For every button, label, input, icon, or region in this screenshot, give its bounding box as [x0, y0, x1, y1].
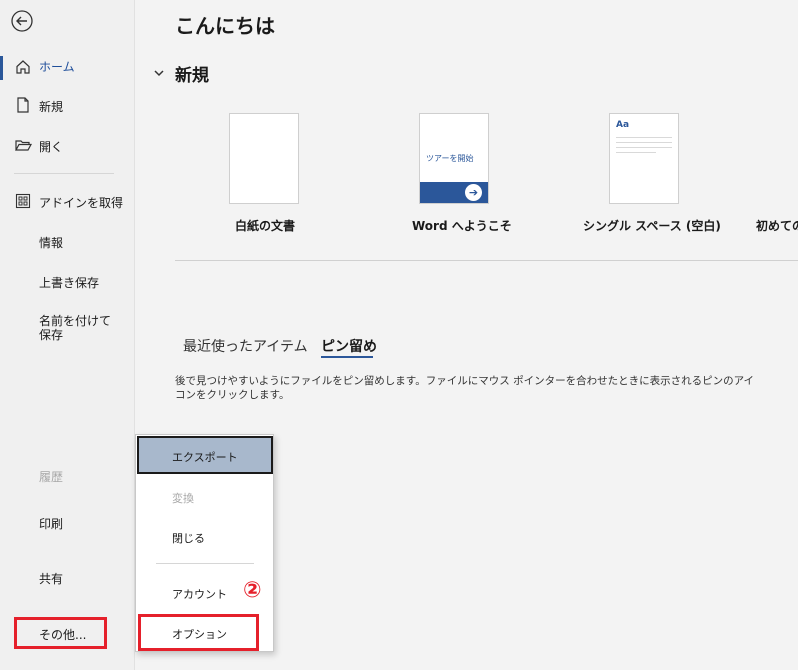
menu-item-label: エクスポート	[172, 451, 238, 464]
nav-get-addins[interactable]: アドインを取得	[0, 192, 134, 212]
pinned-description: 後で見つけやすいようにファイルをピン留めします。ファイルにマウス ポインターを合…	[175, 375, 755, 401]
back-arrow-icon[interactable]	[11, 10, 33, 32]
thumbnail-line	[616, 142, 672, 143]
document-icon	[14, 96, 32, 114]
nav-new-label: 新規	[39, 100, 64, 114]
nav-share[interactable]: 共有	[0, 568, 134, 588]
thumbnail-text: ツアーを開始	[426, 154, 474, 163]
more-button-label: その他...	[39, 628, 87, 642]
nav-new[interactable]: 新規	[0, 96, 134, 116]
thumbnail-text: Aa	[616, 120, 630, 130]
nav-home-label: ホーム	[39, 60, 75, 74]
menu-item-label: 閉じる	[172, 532, 205, 545]
arrow-right-icon: ➔	[465, 184, 482, 201]
menu-item-label: 変換	[172, 492, 194, 505]
nav-print-label: 印刷	[39, 517, 64, 531]
template-label[interactable]: 初めての	[756, 217, 798, 234]
nav-save-label: 上書き保存	[39, 276, 100, 290]
template-label: Word へようこそ	[412, 219, 512, 233]
new-section-heading: 新規	[175, 66, 209, 86]
chevron-down-icon[interactable]	[152, 65, 166, 79]
thumbnail-line	[616, 152, 656, 153]
thumbnail-line	[616, 147, 672, 148]
template-label: 白紙の文書	[235, 219, 296, 233]
menu-item-export[interactable]: エクスポート	[137, 436, 273, 474]
nav-info[interactable]: 情報	[0, 232, 134, 252]
tab-pinned[interactable]: ピン留め	[321, 336, 377, 356]
menu-item-convert: 変換	[136, 479, 273, 515]
nav-get-addins-label: アドインを取得	[39, 196, 124, 210]
home-icon	[14, 58, 32, 76]
tab-recent[interactable]: 最近使ったアイテム	[183, 336, 308, 356]
template-label: シングル スペース (空白)	[583, 219, 721, 233]
step-number-marker: ②	[243, 578, 262, 603]
section-divider	[175, 260, 798, 261]
backstage-sidebar: ホーム 新規 開く アドインを取得 情報 上書き保存 名前を付けて保存 履歴 印…	[0, 0, 135, 670]
nav-home[interactable]: ホーム	[0, 56, 134, 80]
nav-open-label: 開く	[39, 140, 64, 154]
thumbnail-line	[616, 137, 672, 138]
nav-history-label: 履歴	[39, 470, 64, 484]
nav-info-label: 情報	[39, 236, 64, 250]
more-button[interactable]: その他...	[14, 617, 107, 649]
grid-icon	[14, 192, 32, 210]
menu-divider	[156, 563, 254, 564]
page-title: こんにちは	[175, 14, 275, 38]
tab-selected-underline	[321, 356, 373, 358]
sidebar-divider	[14, 173, 114, 174]
nav-save-as-label: 名前を付けて保存	[39, 314, 112, 342]
template-thumbnail	[229, 113, 299, 204]
more-menu: エクスポート 変換 閉じる アカウント オプション	[135, 434, 274, 652]
menu-item-options[interactable]: オプション	[138, 614, 259, 651]
nav-open[interactable]: 開く	[0, 136, 134, 156]
menu-item-label: アカウント	[172, 588, 227, 601]
nav-print[interactable]: 印刷	[0, 513, 134, 533]
template-thumbnail: Aa	[609, 113, 679, 204]
nav-share-label: 共有	[39, 572, 64, 586]
template-thumbnail: ツアーを開始 ➔	[419, 113, 489, 204]
thumbnail-band: ➔	[420, 182, 488, 203]
nav-history: 履歴	[0, 466, 134, 486]
selected-indicator	[0, 56, 3, 80]
folder-icon	[14, 136, 33, 154]
menu-item-close[interactable]: 閉じる	[136, 519, 273, 555]
nav-save-as[interactable]: 名前を付けて保存	[0, 312, 134, 346]
menu-item-label: オプション	[172, 628, 227, 641]
nav-save[interactable]: 上書き保存	[0, 272, 134, 292]
